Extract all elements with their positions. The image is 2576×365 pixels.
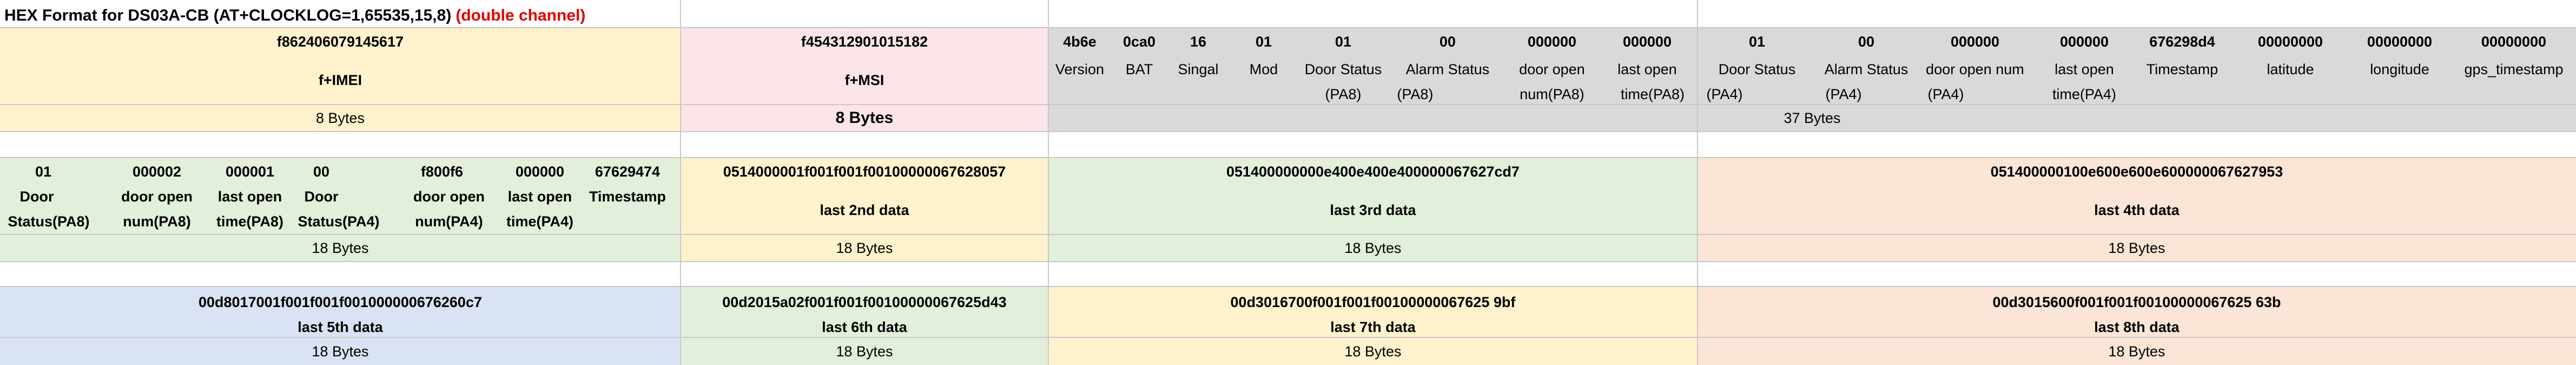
field-label: last open	[2055, 61, 2114, 77]
field-hex: 16	[1190, 33, 1207, 50]
field-hex: 000000	[1950, 33, 2000, 50]
page-title: HEX Format for DS03A-CB (AT+CLOCKLOG=1,6…	[4, 3, 585, 28]
last-4th-size: 18 Bytes	[2108, 239, 2165, 256]
field-label-2: (PA4)	[1927, 86, 1964, 102]
grid-line	[0, 261, 2576, 262]
last-2nd-hex: 0514000001f001f001f00100000067628057	[723, 163, 1006, 180]
last-6th-label: last 6th data	[822, 318, 907, 335]
title-main: HEX Format for DS03A-CB (AT+CLOCKLOG=1,6…	[4, 6, 452, 24]
field-label-2: Status(PA8)	[8, 213, 90, 230]
field-hex: 01	[1335, 33, 1352, 50]
field-label: Singal	[1178, 61, 1219, 77]
field-label: latitude	[2267, 61, 2314, 77]
field-hex: f800f6	[420, 163, 464, 180]
field-label: last open	[1617, 61, 1677, 77]
field-label-2: (PA4)	[1706, 86, 1743, 102]
last-2nd-size: 18 Bytes	[836, 239, 893, 256]
imsi-hex: f454312901015182	[801, 33, 928, 50]
last-3rd-label: last 3rd data	[1330, 201, 1416, 218]
title-highlight: (double channel)	[455, 6, 586, 24]
last-4th-label: last 4th data	[2094, 201, 2179, 218]
field-label-2: num(PA8)	[1520, 86, 1584, 102]
field-hex: 01	[35, 163, 52, 180]
last-3rd-hex: 051400000000e400e400e400000067627cd7	[1226, 163, 1520, 180]
field-hex: 4b6e	[1063, 33, 1097, 50]
field-label: gps_timestamp	[2464, 61, 2564, 77]
last-8th-label: last 8th data	[2094, 318, 2179, 335]
field-hex: 00	[1858, 33, 1875, 50]
field-hex: 000001	[225, 163, 275, 180]
field-label: door open	[1519, 61, 1585, 77]
field-hex: 67629474	[595, 163, 660, 180]
field-hex: 676298d4	[2149, 33, 2215, 50]
field-label-2: time(PA4)	[2052, 86, 2117, 102]
field-label-2: Status(PA4)	[298, 213, 380, 230]
field-label-2: num(PA8)	[123, 213, 191, 230]
field-label-2: time(PA8)	[1620, 86, 1685, 102]
field-label: door open	[121, 188, 193, 205]
field-hex: 000000	[1527, 33, 1577, 50]
last-3rd-size: 18 Bytes	[1344, 239, 1402, 256]
field-label-2: (PA8)	[1397, 86, 1434, 102]
last-6th-size: 18 Bytes	[836, 343, 893, 360]
field-label: Door	[19, 188, 54, 205]
field-label: BAT	[1125, 61, 1153, 77]
last-6th-hex: 00d2015a02f001f001f00100000067625d43	[722, 294, 1007, 310]
field-label: Timestamp	[2146, 61, 2218, 77]
field-hex: 01	[1255, 33, 1272, 50]
last-7th-hex: 00d3016700f001f001f00100000067625 9bf	[1230, 294, 1516, 310]
last-7th-size: 18 Bytes	[1344, 343, 1402, 360]
last-8th-hex: 00d3015600f001f001f00100000067625 63b	[1992, 294, 2281, 310]
field-hex: 01	[1748, 33, 1766, 50]
field-label: Door	[304, 188, 339, 205]
last-2nd-label: last 2nd data	[820, 201, 909, 218]
imsi-size: 8 Bytes	[835, 109, 894, 127]
imei-hex: f862406079145617	[276, 33, 404, 50]
field-label: last open	[507, 188, 572, 205]
field-label: Alarm Status	[1405, 61, 1490, 77]
field-label: door open	[413, 188, 485, 205]
field-label: Mod	[1249, 61, 1278, 77]
field-label: Timestamp	[589, 188, 666, 205]
last-5th-size: 18 Bytes	[312, 343, 369, 360]
imei-size: 8 Bytes	[315, 109, 365, 126]
grid-line	[0, 131, 2576, 132]
last-8th-size: 18 Bytes	[2108, 343, 2165, 360]
field-hex: 00000000	[2257, 33, 2323, 50]
field-hex: 00	[1439, 33, 1456, 50]
field-label: Door Status	[1718, 61, 1796, 77]
field-label: Alarm Status	[1824, 61, 1908, 77]
field-label: longitude	[2370, 61, 2429, 77]
last-5th-label: last 5th data	[298, 318, 383, 335]
field-label: Version	[1055, 61, 1105, 77]
field-label-2: (PA4)	[1825, 86, 1862, 102]
field-hex: 000000	[515, 163, 565, 180]
field-hex: 000002	[132, 163, 182, 180]
field-hex: 000000	[1622, 33, 1672, 50]
last-7th-label: last 7th data	[1330, 318, 1416, 335]
first-data-size: 18 Bytes	[312, 239, 369, 256]
field-hex: 0ca0	[1122, 33, 1156, 50]
imsi-label: f+MSI	[844, 71, 884, 88]
field-hex: 00000000	[2367, 33, 2433, 50]
field-label-2: num(PA4)	[415, 213, 483, 230]
field-label: door open num	[1926, 61, 2024, 77]
last-5th-hex: 00d8017001f001f001f001000000676260c7	[199, 294, 482, 310]
field-hex: 000000	[2059, 33, 2109, 50]
field-label-2: time(PA8)	[216, 213, 284, 230]
field-label-2: (PA8)	[1325, 86, 1362, 102]
last-4th-hex: 051400000100e600e600e600000067627953	[1990, 163, 2283, 180]
imei-label: f+IMEI	[318, 71, 362, 88]
field-hex: 00	[313, 163, 330, 180]
field-label: last open	[217, 188, 282, 205]
field-label-2: time(PA4)	[506, 213, 574, 230]
field-label: Door Status	[1304, 61, 1382, 77]
fields-size: 37 Bytes	[1784, 109, 1841, 126]
field-hex: 00000000	[2481, 33, 2547, 50]
